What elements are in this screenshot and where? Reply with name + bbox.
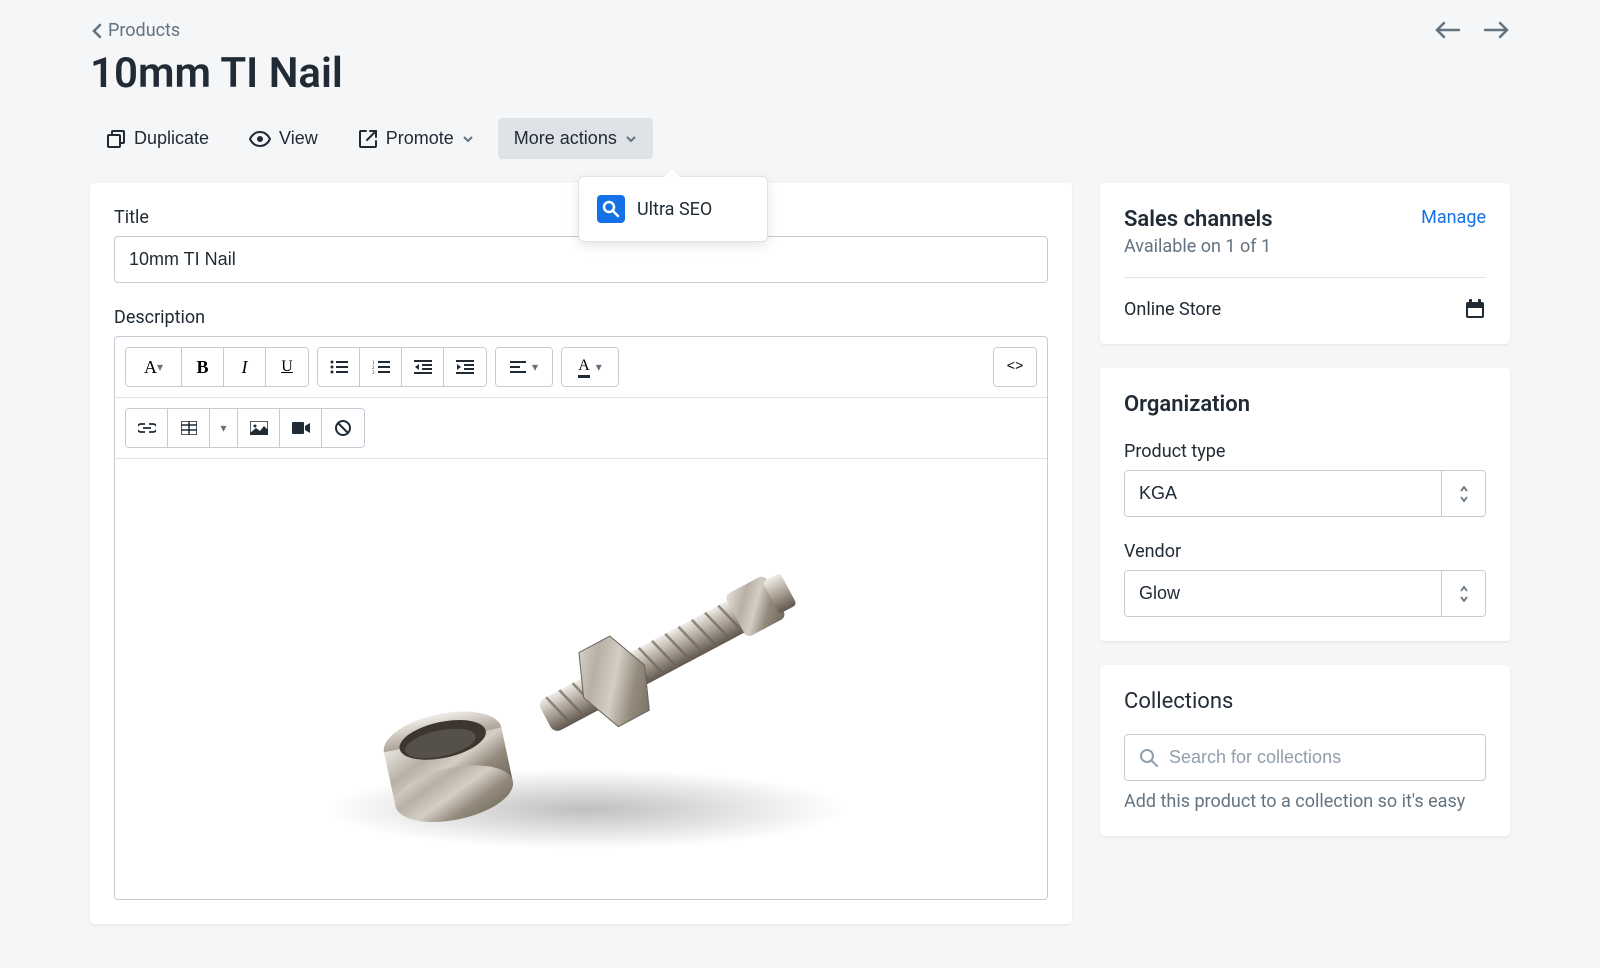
product-type-label: Product type bbox=[1124, 441, 1486, 462]
html-view-button[interactable]: <> bbox=[994, 348, 1036, 386]
external-link-icon bbox=[358, 129, 378, 149]
collections-help-text: Add this product to a collection so it's… bbox=[1124, 791, 1486, 812]
text-color-button[interactable]: A ▾ bbox=[562, 348, 618, 386]
sales-channels-subtitle: Available on 1 of 1 bbox=[1124, 236, 1273, 257]
collections-search-wrap[interactable] bbox=[1124, 734, 1486, 781]
caret-down-icon bbox=[625, 135, 637, 143]
eye-icon bbox=[249, 131, 271, 147]
clear-format-icon bbox=[335, 420, 351, 436]
rte-toolbar-row-1: A ▾ B I U 123 bbox=[115, 337, 1047, 398]
prev-product-button[interactable] bbox=[1434, 20, 1462, 40]
video-button[interactable] bbox=[280, 409, 322, 447]
product-image bbox=[256, 479, 906, 879]
format-heading-button[interactable]: A ▾ bbox=[126, 348, 182, 386]
image-icon bbox=[250, 421, 268, 435]
outdent-icon bbox=[414, 360, 432, 374]
dropdown-item-ultra-seo[interactable]: Ultra SEO bbox=[589, 187, 757, 231]
promote-button[interactable]: Promote bbox=[342, 118, 490, 159]
view-button[interactable]: View bbox=[233, 118, 334, 159]
numbered-list-icon: 123 bbox=[372, 360, 390, 374]
more-actions-button[interactable]: More actions bbox=[498, 118, 653, 159]
image-button[interactable] bbox=[238, 409, 280, 447]
table-dropdown-button[interactable]: ▾ bbox=[210, 409, 238, 447]
svg-text:3: 3 bbox=[372, 371, 375, 374]
select-caret-icon bbox=[1459, 485, 1469, 503]
description-editor: A ▾ B I U 123 bbox=[114, 336, 1048, 900]
breadcrumb-back[interactable]: Products bbox=[90, 20, 180, 41]
italic-button[interactable]: I bbox=[224, 348, 266, 386]
breadcrumb-label: Products bbox=[108, 20, 180, 41]
rte-toolbar-row-2: ▾ bbox=[115, 398, 1047, 459]
table-button[interactable] bbox=[168, 409, 210, 447]
indent-button[interactable] bbox=[444, 348, 486, 386]
search-app-icon bbox=[597, 195, 625, 223]
organization-heading: Organization bbox=[1124, 392, 1486, 417]
bold-button[interactable]: B bbox=[182, 348, 224, 386]
clear-format-button[interactable] bbox=[322, 409, 364, 447]
page-title: 10mm TI Nail bbox=[90, 49, 1434, 98]
align-icon bbox=[510, 361, 526, 373]
caret-down-icon bbox=[462, 135, 474, 143]
channel-row-online-store: Online Store bbox=[1124, 277, 1486, 320]
sales-channels-heading: Sales channels bbox=[1124, 207, 1273, 232]
more-actions-dropdown: Ultra SEO bbox=[578, 176, 768, 242]
description-label: Description bbox=[114, 307, 1048, 328]
dropdown-item-label: Ultra SEO bbox=[637, 199, 712, 220]
underline-button[interactable]: U bbox=[266, 348, 308, 386]
vendor-input[interactable] bbox=[1125, 571, 1441, 616]
organization-card: Organization Product type Vendor bbox=[1100, 368, 1510, 641]
link-button[interactable] bbox=[126, 409, 168, 447]
bullet-list-icon bbox=[330, 360, 348, 374]
channel-name: Online Store bbox=[1124, 299, 1221, 320]
collections-card: Collections Add this product to a collec… bbox=[1100, 665, 1510, 836]
chevron-left-icon bbox=[90, 22, 104, 40]
title-input[interactable] bbox=[114, 236, 1048, 283]
description-content[interactable] bbox=[115, 459, 1047, 899]
duplicate-icon bbox=[106, 129, 126, 149]
video-icon bbox=[292, 422, 310, 434]
indent-icon bbox=[456, 360, 474, 374]
sales-channels-card: Sales channels Available on 1 of 1 Manag… bbox=[1100, 183, 1510, 344]
vendor-label: Vendor bbox=[1124, 541, 1486, 562]
select-caret-icon bbox=[1459, 585, 1469, 603]
collections-search-input[interactable] bbox=[1169, 747, 1471, 768]
search-icon bbox=[1139, 748, 1159, 768]
numbered-list-button[interactable]: 123 bbox=[360, 348, 402, 386]
product-type-select-handle[interactable] bbox=[1441, 471, 1485, 516]
collections-heading: Collections bbox=[1124, 689, 1486, 714]
calendar-icon[interactable] bbox=[1464, 298, 1486, 320]
bullet-list-button[interactable] bbox=[318, 348, 360, 386]
link-icon bbox=[138, 423, 156, 433]
duplicate-button[interactable]: Duplicate bbox=[90, 118, 225, 159]
manage-channels-link[interactable]: Manage bbox=[1421, 207, 1486, 228]
next-product-button[interactable] bbox=[1482, 20, 1510, 40]
product-details-card: Title Description A ▾ B I U bbox=[90, 183, 1072, 924]
arrow-right-icon bbox=[1482, 20, 1510, 40]
arrow-left-icon bbox=[1434, 20, 1462, 40]
outdent-button[interactable] bbox=[402, 348, 444, 386]
vendor-select-handle[interactable] bbox=[1441, 571, 1485, 616]
table-icon bbox=[181, 421, 197, 435]
product-type-input[interactable] bbox=[1125, 471, 1441, 516]
align-button[interactable]: ▾ bbox=[496, 348, 552, 386]
